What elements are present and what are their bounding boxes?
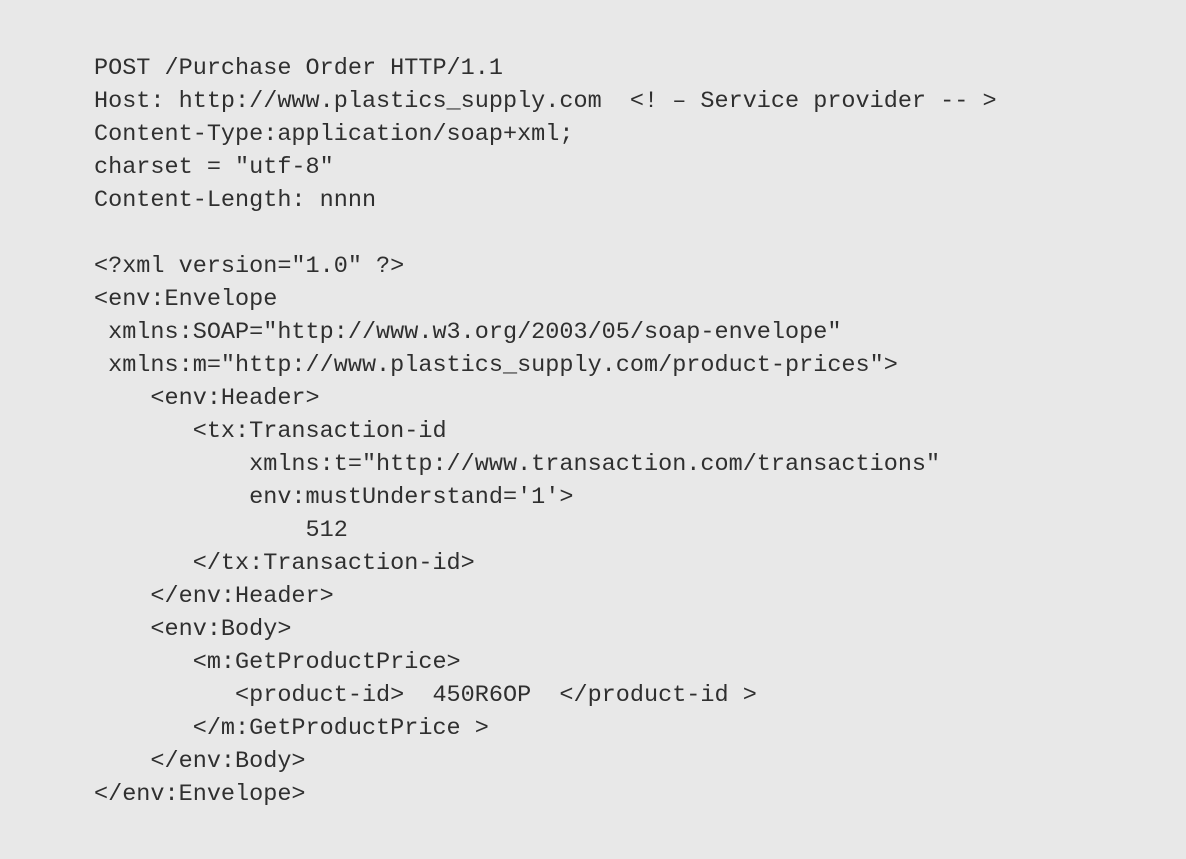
code-line: <env:Body> [94, 616, 292, 643]
code-line: </env:Envelope> [94, 781, 306, 808]
code-line: charset = "utf-8" [94, 154, 334, 181]
code-line: xmlns:m="http://www.plastics_supply.com/… [94, 352, 898, 379]
code-line: </tx:Transaction-id> [94, 550, 475, 577]
code-line: </m:GetProductPrice > [94, 715, 489, 742]
code-listing: POST /Purchase Order HTTP/1.1 Host: http… [0, 0, 1186, 859]
code-line: <product-id> 450R6OP </product-id > [94, 682, 757, 709]
code-line: POST /Purchase Order HTTP/1.1 [94, 55, 503, 82]
code-line: <tx:Transaction-id [94, 418, 447, 445]
code-line: Content-Length: nnnn [94, 187, 377, 214]
code-line: <m:GetProductPrice> [94, 649, 461, 676]
code-line: xmlns:SOAP="http://www.w3.org/2003/05/so… [94, 319, 842, 346]
code-line: env:mustUnderstand='1'> [94, 484, 574, 511]
code-line: xmlns:t="http://www.transaction.com/tran… [94, 451, 941, 478]
code-line: Host: http://www.plastics_supply.com <! … [94, 88, 997, 115]
code-line: Content-Type:application/soap+xml; [94, 121, 574, 148]
code-line: <?xml version="1.0" ?> [94, 253, 405, 280]
code-line: </env:Body> [94, 748, 306, 775]
code-line: </env:Header> [94, 583, 334, 610]
code-line: <env:Header> [94, 385, 320, 412]
code-line: <env:Envelope [94, 286, 278, 313]
code-line: 512 [94, 517, 348, 544]
